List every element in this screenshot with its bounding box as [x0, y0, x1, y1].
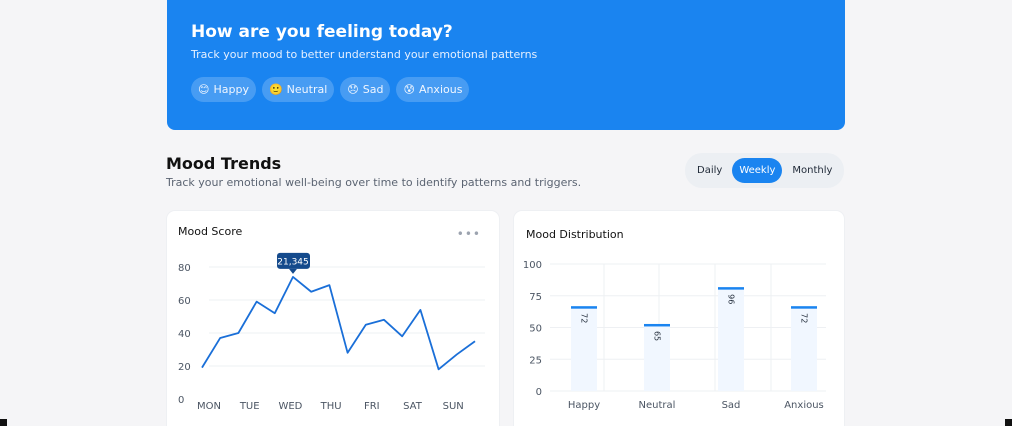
y-tick-label: 75: [529, 292, 542, 303]
x-tick-label: Anxious: [784, 400, 824, 411]
corner-mark: [1005, 419, 1012, 426]
mood-distribution-card: Mood Distribution 0 25 50 75 100 72 Happy 65 Neu…: [514, 211, 844, 426]
x-tick-label: Sad: [722, 400, 741, 411]
x-tick-label: SAT: [403, 401, 423, 412]
mood-label: Neutral: [286, 83, 328, 96]
bar-value-label: 72: [800, 313, 809, 323]
mood-anxious-button[interactable]: 😰 Anxious: [396, 77, 470, 102]
y-tick-label: 50: [529, 324, 542, 335]
banner-title: How are you feeling today?: [191, 22, 453, 42]
tab-weekly[interactable]: Weekly: [732, 158, 783, 183]
mood-checkin-banner: How are you feeling today? Track your mo…: [167, 0, 845, 130]
mood-happy-button[interactable]: 😊 Happy: [191, 77, 256, 102]
neutral-emoji-icon: 🙂: [268, 83, 283, 96]
mood-label: Sad: [362, 83, 384, 96]
mood-score-chart: 0 20 40 60 80 MON TUE WED THU FRI SAT SUN 21,345: [178, 252, 485, 412]
section-subtitle: Track your emotional well-being over tim…: [166, 176, 582, 189]
x-tick-label: THU: [320, 401, 342, 412]
y-tick-label: 0: [536, 387, 542, 398]
section-title: Mood Trends: [166, 154, 282, 173]
x-tick-label: Happy: [568, 400, 600, 411]
bar-top-neutral: [644, 323, 670, 327]
y-tick-label: 100: [523, 260, 542, 271]
y-tick-label: 40: [178, 329, 191, 340]
x-tick-label: FRI: [364, 401, 380, 412]
x-tick-label: SUN: [443, 401, 464, 412]
mood-sad-button[interactable]: 😞 Sad: [340, 77, 391, 102]
tooltip-pointer: [289, 268, 297, 274]
sad-emoji-icon: 😞: [347, 83, 359, 96]
mood-options: 😊 Happy 🙂 Neutral 😞 Sad 😰 Anxious: [191, 77, 470, 102]
period-toggle: Daily Weekly Monthly: [685, 153, 844, 188]
y-tick-label: 20: [178, 362, 191, 373]
mood-neutral-button[interactable]: 🙂 Neutral: [261, 77, 335, 102]
y-tick-label: 80: [178, 263, 191, 274]
x-tick-label: Neutral: [639, 400, 676, 411]
happy-emoji-icon: 😊: [198, 83, 210, 96]
mood-label: Happy: [213, 83, 249, 96]
y-tick-label: 25: [529, 355, 542, 366]
tooltip-label: 21,345: [277, 257, 309, 267]
bar-value-label: 65: [653, 331, 662, 341]
y-tick-label: 60: [178, 296, 191, 307]
bar-top-happy: [571, 306, 597, 309]
bar-value-label: 72: [580, 313, 589, 323]
mood-label: Anxious: [418, 83, 463, 96]
banner-subtitle: Track your mood to better understand you…: [191, 48, 538, 61]
bar-top-anxious: [791, 306, 817, 309]
bar-value-label: 96: [727, 294, 736, 304]
anxious-emoji-icon: 😰: [403, 83, 415, 96]
y-tick-label: 0: [178, 395, 184, 406]
mood-score-card: Mood Score ••• 0 20 40 60 80 MON TUE WED THU FRI S…: [167, 211, 499, 426]
mood-distribution-chart: 0 25 50 75 100 72 Happy 65 Neutral 96 Sad 72 Anxious: [523, 260, 826, 411]
tab-monthly[interactable]: Monthly: [785, 158, 839, 183]
corner-mark: [0, 419, 7, 426]
mood-score-line: [201, 276, 476, 371]
x-tick-label: MON: [197, 401, 221, 412]
bar-top-sad: [718, 287, 744, 290]
tab-daily[interactable]: Daily: [690, 158, 729, 183]
x-tick-label: WED: [278, 401, 302, 412]
x-tick-label: TUE: [239, 401, 260, 412]
